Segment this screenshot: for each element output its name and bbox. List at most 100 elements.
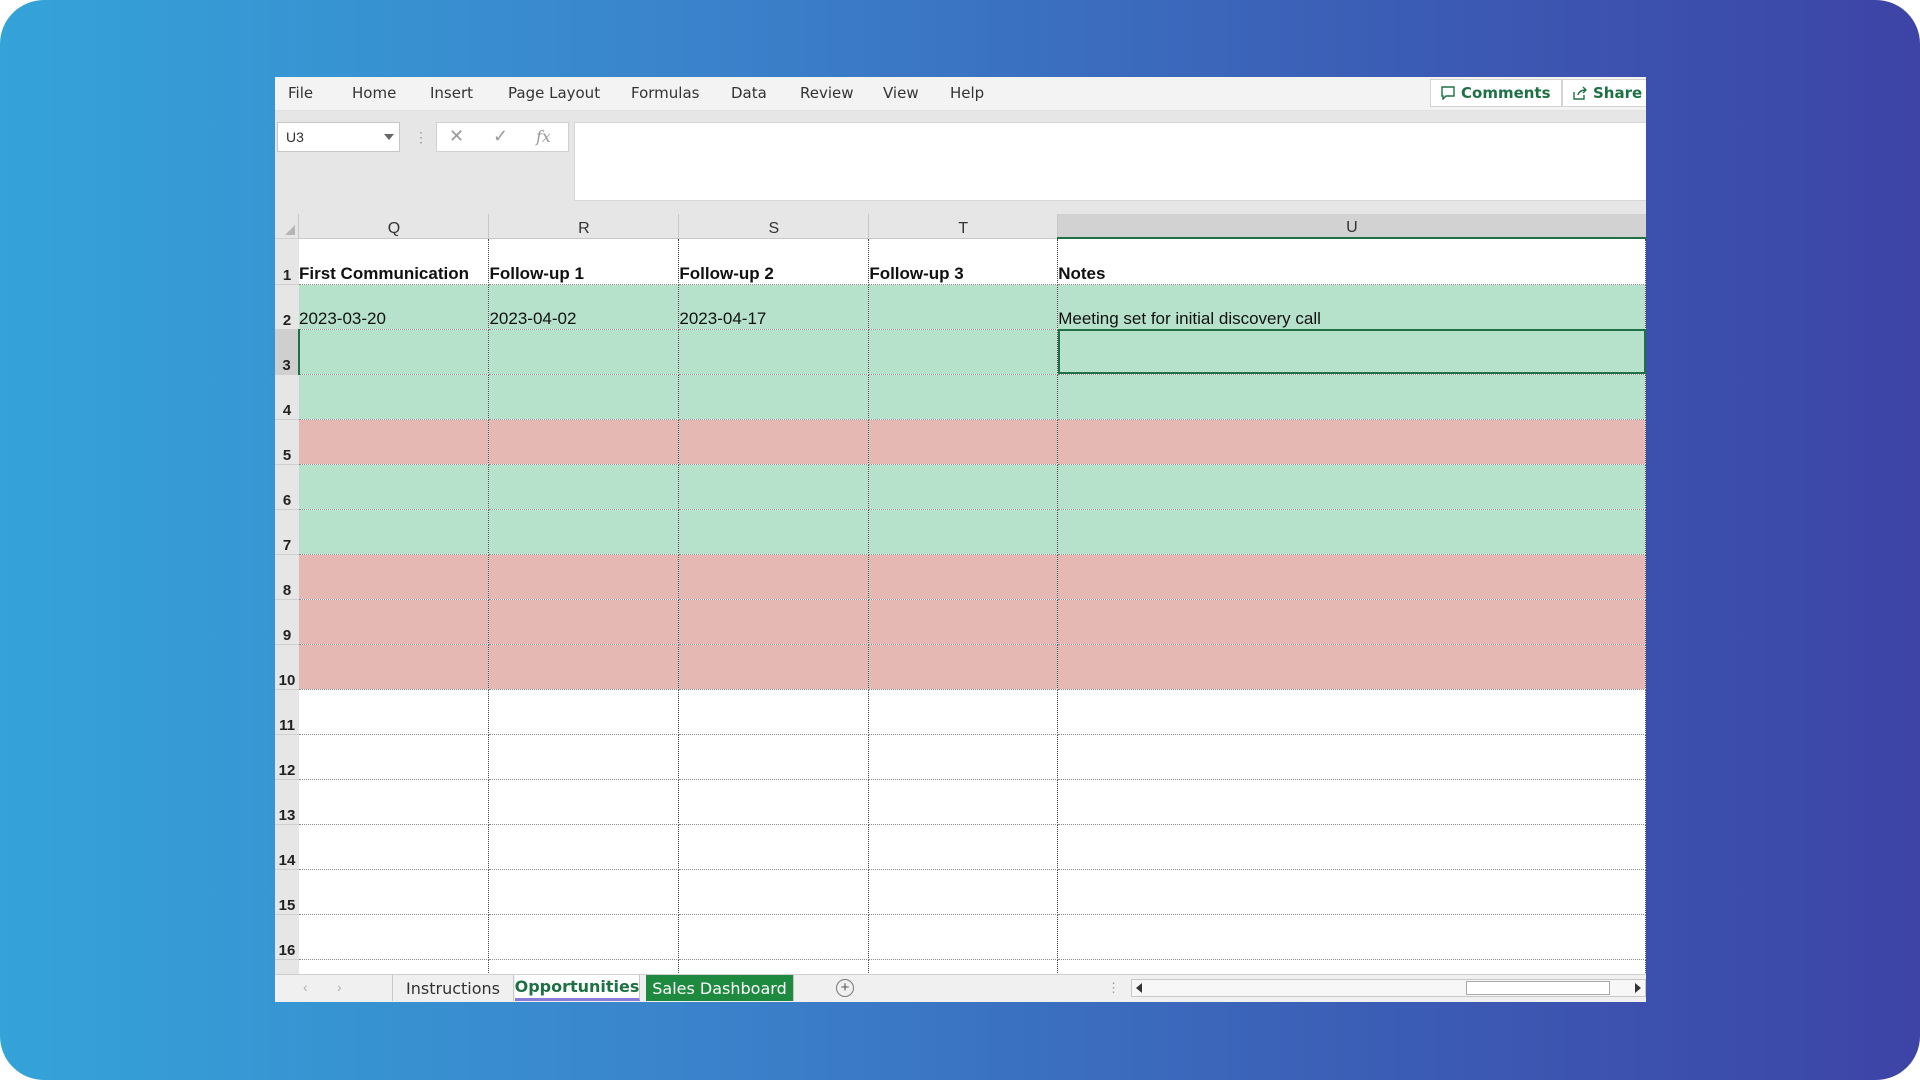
dropdown-arrow-icon[interactable]	[384, 134, 394, 140]
cell-t15[interactable]	[868, 869, 1059, 915]
tab-splitter-grip[interactable]: ⋮	[1107, 980, 1120, 996]
cell-t10[interactable]	[868, 644, 1059, 690]
cell-u8[interactable]	[1057, 554, 1646, 600]
cell-u16[interactable]	[1057, 914, 1646, 960]
cell-s11[interactable]	[678, 689, 870, 735]
cell-u17[interactable]	[1057, 959, 1646, 974]
cell-r12[interactable]	[488, 734, 680, 780]
cell-t9[interactable]	[868, 599, 1059, 645]
cell-q11[interactable]	[298, 689, 490, 735]
select-all-button[interactable]	[275, 214, 299, 238]
column-title-cell[interactable]: Follow-up 2	[678, 238, 870, 285]
cell-t4[interactable]	[868, 374, 1059, 420]
cell-q10[interactable]	[298, 644, 490, 690]
cell-s17[interactable]	[678, 959, 870, 974]
cell-u14[interactable]	[1057, 824, 1646, 870]
row-header[interactable]: 14	[275, 823, 299, 869]
cell-r11[interactable]	[488, 689, 680, 735]
cell-u2[interactable]: Meeting set for initial discovery call	[1057, 284, 1646, 330]
tab-instructions[interactable]: Instructions	[392, 975, 514, 1001]
cell-q17[interactable]	[298, 959, 490, 974]
cell-t17[interactable]	[868, 959, 1059, 974]
row-header[interactable]: 13	[275, 778, 299, 824]
scroll-left-icon[interactable]	[1136, 983, 1142, 993]
formula-bar-grip[interactable]: ⋮	[414, 129, 428, 146]
cell-s10[interactable]	[678, 644, 870, 690]
cell-u3[interactable]	[1057, 329, 1646, 375]
cell-u15[interactable]	[1057, 869, 1646, 915]
scroll-thumb[interactable]	[1466, 981, 1610, 995]
menu-view[interactable]: View	[883, 84, 919, 102]
function-icon[interactable]: fx	[536, 127, 551, 146]
cell-u10[interactable]	[1057, 644, 1646, 690]
cell-q8[interactable]	[298, 554, 490, 600]
cell-s4[interactable]	[678, 374, 870, 420]
cell-r17[interactable]	[488, 959, 680, 974]
column-header-r[interactable]: R	[488, 214, 679, 239]
cell-t8[interactable]	[868, 554, 1059, 600]
name-box[interactable]: U3	[277, 122, 400, 152]
cell-r14[interactable]	[488, 824, 680, 870]
menu-formulas[interactable]: Formulas	[631, 84, 699, 102]
cell-u7[interactable]	[1057, 509, 1646, 555]
row-header[interactable]: 5	[275, 418, 299, 464]
tab-opportunities[interactable]: Opportunities	[515, 975, 640, 1001]
cell-r9[interactable]	[488, 599, 680, 645]
cell-q12[interactable]	[298, 734, 490, 780]
column-header-u[interactable]: U	[1057, 214, 1646, 239]
add-sheet-icon[interactable]: +	[836, 979, 854, 997]
cell-q5[interactable]	[298, 419, 490, 465]
row-header[interactable]: 11	[275, 688, 299, 734]
cell-r15[interactable]	[488, 869, 680, 915]
column-title-cell[interactable]: First Communication	[298, 238, 490, 285]
cell-t5[interactable]	[868, 419, 1059, 465]
cell-t6[interactable]	[868, 464, 1059, 510]
row-header[interactable]: 7	[275, 508, 299, 554]
column-title-cell[interactable]: Follow-up 1	[488, 238, 680, 285]
cell-r3[interactable]	[488, 329, 680, 375]
enter-icon[interactable]: ✓	[493, 126, 508, 147]
cell-s6[interactable]	[678, 464, 870, 510]
cell-t13[interactable]	[868, 779, 1059, 825]
row-header[interactable]: 9	[275, 598, 299, 644]
cell-q2[interactable]: 2023-03-20	[298, 284, 490, 330]
column-header-s[interactable]: S	[678, 214, 869, 239]
cell-q6[interactable]	[298, 464, 490, 510]
cell-s8[interactable]	[678, 554, 870, 600]
row-header[interactable]: 15	[275, 868, 299, 914]
menu-home[interactable]: Home	[352, 84, 396, 102]
cell-s2[interactable]: 2023-04-17	[678, 284, 870, 330]
cell-s5[interactable]	[678, 419, 870, 465]
row-header[interactable]: 12	[275, 733, 299, 779]
cell-s7[interactable]	[678, 509, 870, 555]
cancel-icon[interactable]: ✕	[449, 126, 464, 147]
cell-s12[interactable]	[678, 734, 870, 780]
prev-sheet-icon[interactable]: ‹	[303, 979, 308, 995]
cell-r13[interactable]	[488, 779, 680, 825]
menu-help[interactable]: Help	[950, 84, 984, 102]
cell-q14[interactable]	[298, 824, 490, 870]
cell-r7[interactable]	[488, 509, 680, 555]
menu-insert[interactable]: Insert	[430, 84, 473, 102]
cell-q4[interactable]	[298, 374, 490, 420]
cell-t7[interactable]	[868, 509, 1059, 555]
cell-t2[interactable]	[868, 284, 1059, 330]
scroll-right-icon[interactable]	[1635, 983, 1641, 993]
cell-t16[interactable]	[868, 914, 1059, 960]
horizontal-scrollbar[interactable]	[1131, 979, 1646, 997]
menu-file[interactable]: File	[288, 84, 313, 102]
menu-data[interactable]: Data	[731, 84, 767, 102]
row-header[interactable]: 6	[275, 463, 299, 509]
cell-t12[interactable]	[868, 734, 1059, 780]
cell-u13[interactable]	[1057, 779, 1646, 825]
cell-q13[interactable]	[298, 779, 490, 825]
row-header[interactable]: 17	[275, 958, 299, 974]
cell-t11[interactable]	[868, 689, 1059, 735]
comments-button[interactable]: Comments	[1430, 79, 1562, 107]
cell-s15[interactable]	[678, 869, 870, 915]
row-header[interactable]: 8	[275, 553, 299, 599]
cell-q16[interactable]	[298, 914, 490, 960]
column-header-q[interactable]: Q	[298, 214, 489, 239]
next-sheet-icon[interactable]: ›	[337, 979, 342, 995]
cell-r6[interactable]	[488, 464, 680, 510]
